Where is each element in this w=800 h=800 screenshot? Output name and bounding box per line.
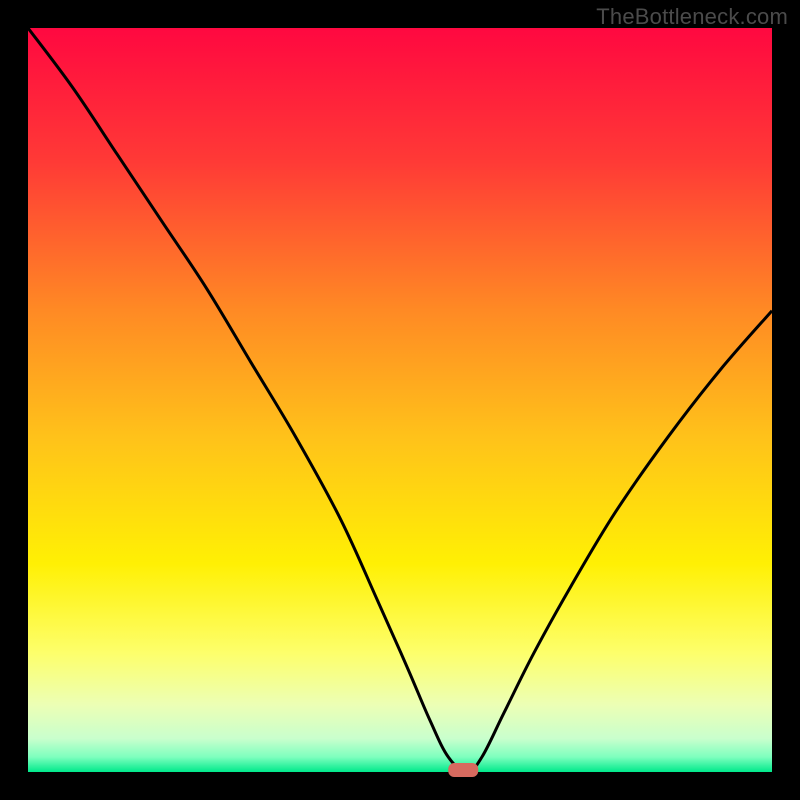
bottleneck-chart: [0, 0, 800, 800]
plot-background: [28, 28, 772, 772]
chart-frame: TheBottleneck.com: [0, 0, 800, 800]
optimal-marker: [448, 763, 478, 777]
watermark-label: TheBottleneck.com: [596, 4, 788, 30]
